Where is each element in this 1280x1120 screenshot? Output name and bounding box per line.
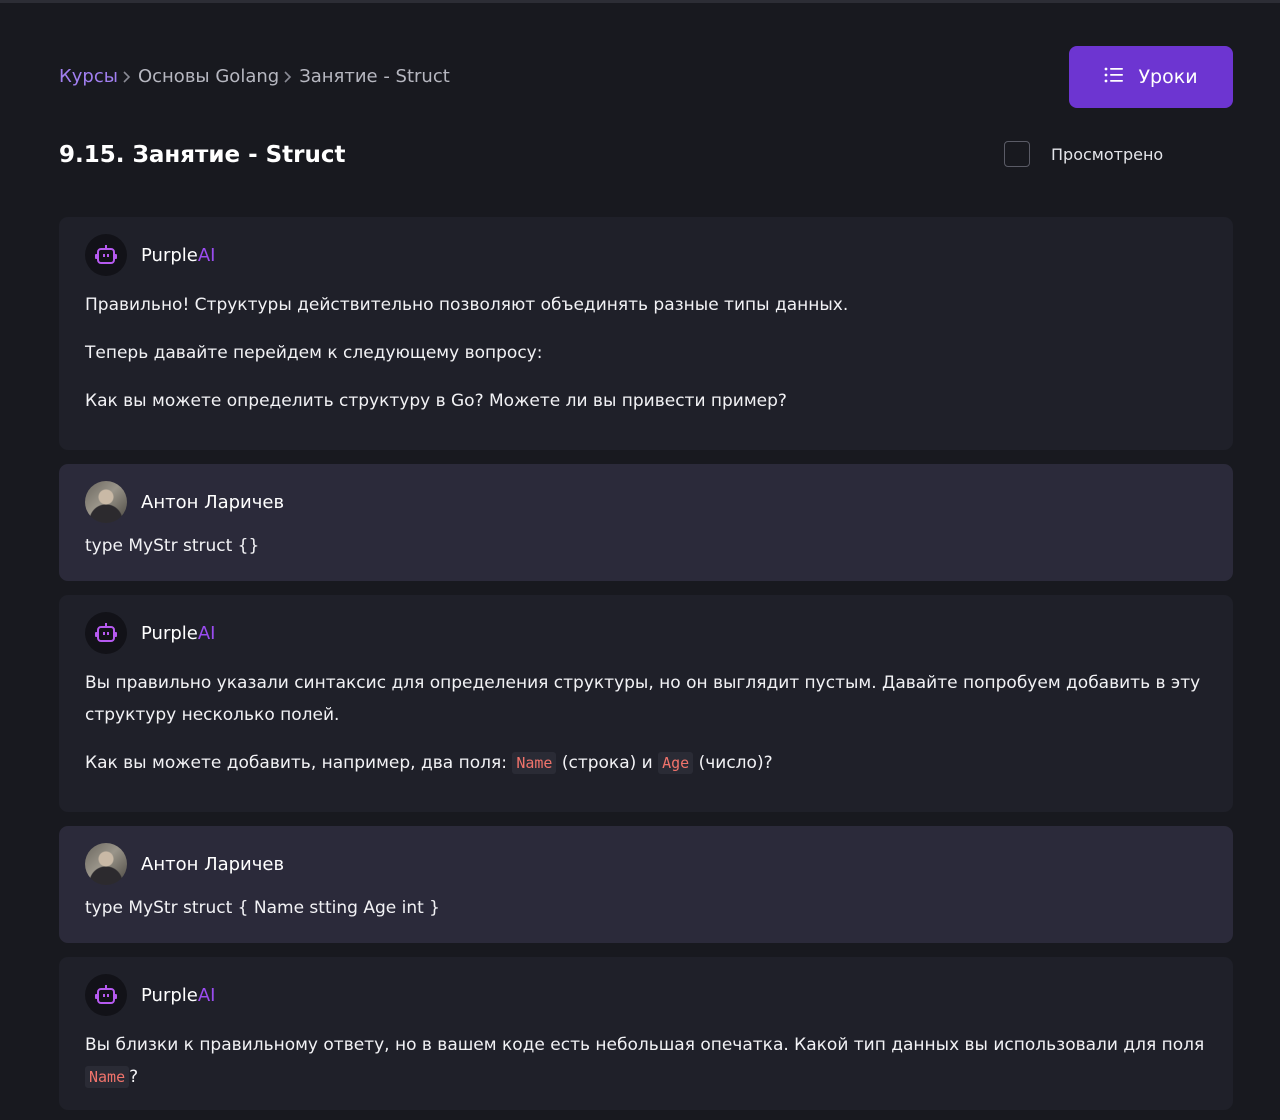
message-body: Вы правильно указали синтаксис для опред… <box>85 667 1207 779</box>
avatar <box>85 481 127 523</box>
chat-message-ai: PurpleAI Вы правильно указали синтаксис … <box>59 595 1233 812</box>
viewed-checkbox[interactable] <box>1004 141 1030 167</box>
robot-icon <box>85 234 127 276</box>
message-header: Антон Ларичев <box>85 843 1207 885</box>
message-body: type MyStr struct {} <box>85 530 1207 562</box>
viewed-toggle[interactable]: Просмотрено <box>1004 141 1163 167</box>
message-paragraph: Теперь давайте перейдем к следующему воп… <box>85 343 543 363</box>
message-paragraph: Как вы можете определить структуру в Go?… <box>85 391 787 411</box>
message-header: Антон Ларичев <box>85 481 1207 523</box>
message-author: PurpleAI <box>141 244 216 266</box>
lessons-button[interactable]: Уроки <box>1069 46 1233 108</box>
breadcrumb: Курсы Основы Golang Занятие - Struct <box>59 64 450 90</box>
message-header: PurpleAI <box>85 612 1207 654</box>
inline-code: Age <box>658 752 694 774</box>
chat-message-user: Антон Ларичев type MyStr struct {} <box>59 464 1233 581</box>
chat-message-ai: PurpleAI Вы близки к правильному ответу,… <box>59 957 1233 1110</box>
lessons-button-label: Уроки <box>1138 66 1198 88</box>
message-text: type MyStr struct {} <box>85 536 260 556</box>
message-body: Вы близки к правильному ответу, но в ваш… <box>85 1029 1207 1093</box>
message-author: Антон Ларичев <box>141 491 285 513</box>
chat-message-user: Антон Ларичев type MyStr struct { Name s… <box>59 826 1233 943</box>
robot-icon <box>85 612 127 654</box>
chat-message-ai: PurpleAI Правильно! Структуры действител… <box>59 217 1233 450</box>
inline-code: Name <box>512 752 557 774</box>
message-header: PurpleAI <box>85 974 1207 1016</box>
page-title: 9.15. Занятие - Struct <box>59 142 346 168</box>
message-header: PurpleAI <box>85 234 1207 276</box>
top-border <box>0 0 1280 3</box>
message-body: type MyStr struct { Name stting Age int … <box>85 892 1207 924</box>
message-author: PurpleAI <box>141 984 216 1006</box>
message-paragraph: Как вы можете добавить, например, два по… <box>85 752 773 774</box>
message-author: PurpleAI <box>141 622 216 644</box>
avatar <box>85 843 127 885</box>
breadcrumb-current: Занятие - Struct <box>299 66 450 87</box>
inline-code: Name <box>85 1066 130 1088</box>
breadcrumb-course[interactable]: Основы Golang <box>138 64 279 90</box>
list-icon <box>1104 66 1124 89</box>
message-paragraph: Вы близки к правильному ответу, но в ваш… <box>85 1035 1205 1088</box>
robot-icon <box>85 974 127 1016</box>
message-author: Антон Ларичев <box>141 853 285 875</box>
breadcrumb-courses[interactable]: Курсы <box>59 64 118 90</box>
message-paragraph: Правильно! Структуры действительно позво… <box>85 295 849 315</box>
message-text: type MyStr struct { Name stting Age int … <box>85 898 440 918</box>
viewed-label: Просмотрено <box>1051 144 1164 164</box>
chevron-right-icon <box>279 64 299 90</box>
message-body: Правильно! Структуры действительно позво… <box>85 289 1207 417</box>
message-paragraph: Вы правильно указали синтаксис для опред… <box>85 673 1201 725</box>
chevron-right-icon <box>118 64 138 90</box>
